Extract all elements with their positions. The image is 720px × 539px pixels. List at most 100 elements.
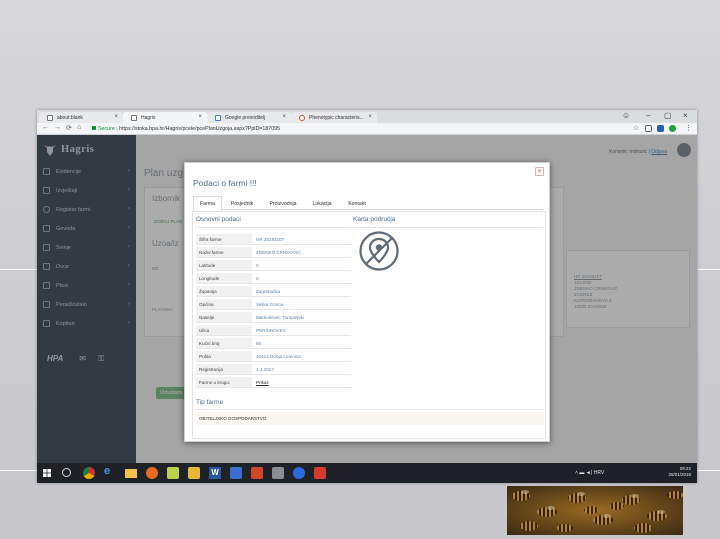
app-icon[interactable]: [230, 467, 242, 479]
field-value: Zagrebačka: [256, 289, 281, 294]
browser-tab-about-blank[interactable]: about:blank ×: [39, 112, 123, 123]
field-row: Latitude 0: [196, 260, 351, 271]
app-icon[interactable]: [167, 467, 179, 479]
close-icon[interactable]: ×: [368, 114, 372, 120]
back-icon[interactable]: ←: [42, 124, 49, 131]
close-icon[interactable]: ×: [114, 114, 118, 120]
google-icon: [299, 115, 305, 121]
keyboard-language[interactable]: HRV: [594, 470, 604, 476]
firefox-icon[interactable]: [146, 467, 158, 479]
home-icon[interactable]: ⌂: [77, 124, 81, 131]
extension-icon[interactable]: [645, 125, 652, 132]
section-title-tip: Tip farme: [196, 399, 224, 406]
maximize-icon[interactable]: ▢: [664, 111, 672, 120]
app-icon[interactable]: [272, 467, 284, 479]
field-label: Registracija: [196, 364, 252, 374]
web-page: Hagris Evidencije › Izvještaji › Registar …: [37, 135, 697, 463]
field-label: Kućni broj: [196, 338, 252, 348]
lock-icon: [92, 126, 96, 130]
pdf-icon[interactable]: [314, 467, 326, 479]
extension-icon[interactable]: [657, 125, 664, 132]
close-button[interactable]: ×: [535, 167, 544, 176]
sidebar-overlay: [37, 135, 136, 463]
tab-posjednik[interactable]: Posjednik: [223, 196, 261, 210]
file-explorer-icon[interactable]: [125, 469, 137, 478]
field-row: Naselje Markuševec Turopoljski: [196, 312, 351, 323]
field-value: 1.4.2017.: [256, 367, 276, 372]
divider: [196, 409, 544, 410]
field-row: Šifra farme HR 20193107: [196, 234, 351, 245]
farms-around-link[interactable]: Prikaz: [256, 377, 269, 385]
farm-type-value: OBITELJSKO GOSPODARSTVO: [196, 412, 544, 425]
field-value: 10412 Donja Lomnica: [256, 354, 301, 359]
menu-icon[interactable]: ⋮: [685, 124, 692, 132]
tab-proizvodnja[interactable]: Proizvodnja: [262, 196, 304, 210]
field-value: PERŠINOVEC: [256, 328, 287, 333]
field-row: Farme u krugu: Prikaz: [196, 377, 351, 388]
farm-details-modal: × Podaci o farmi !!! Farma Posjednik Pro…: [184, 162, 550, 442]
bookmark-star-icon[interactable]: ☆: [633, 124, 639, 132]
field-row: Registracija 1.4.2017.: [196, 364, 351, 375]
screenshot-window: about:blank × Hagris × Google prevoditel…: [37, 110, 697, 483]
secure-label: Secure: [98, 126, 115, 132]
browser-tab-bar: about:blank × Hagris × Google prevoditel…: [37, 110, 697, 123]
tab-panel-farma: Osnovni podaci Karta područja Šifra farm…: [192, 211, 546, 439]
powerpoint-icon[interactable]: [251, 467, 263, 479]
network-icon[interactable]: ▬: [579, 470, 584, 476]
field-label: Pošta: [196, 351, 252, 361]
minimize-icon[interactable]: –: [646, 111, 650, 120]
tab-label: about:blank: [57, 115, 83, 121]
windows-start-icon[interactable]: [41, 467, 53, 479]
word-icon[interactable]: W: [209, 467, 221, 479]
tab-lokacija[interactable]: Lokacija: [305, 196, 339, 210]
browser-tab-hagris[interactable]: Hagris ×: [123, 112, 207, 123]
page-icon: [47, 115, 53, 121]
taskbar: e W ˄ ▬ ◄) HRV 09:22 26/01/2018: [37, 463, 697, 483]
field-label: Naselje: [196, 312, 252, 322]
tab-label: Phenotypic characteris...: [309, 115, 364, 121]
field-row: Longitude 0: [196, 273, 351, 284]
page-icon: [131, 115, 137, 121]
field-label: Šifra farme: [196, 234, 252, 244]
volume-icon[interactable]: ◄): [586, 470, 593, 476]
field-label: Županija: [196, 286, 252, 296]
tab-farma[interactable]: Farma: [193, 196, 222, 211]
forward-icon[interactable]: →: [54, 124, 61, 131]
tab-label: Hagris: [141, 115, 156, 121]
profile-icon[interactable]: ☺: [622, 111, 630, 120]
address-bar: ← → ⟳ ⌂ Secure | https://stoka.hpa.hr/Ha…: [37, 123, 697, 135]
search-icon[interactable]: [62, 468, 71, 477]
chevron-up-icon[interactable]: ˄: [575, 470, 578, 476]
app-icon[interactable]: [293, 467, 305, 479]
field-value: HR 20193107: [256, 237, 285, 242]
modal-tabs: Farma Posjednik Proizvodnja Lokacija Kon…: [193, 196, 543, 211]
field-value: ZDENKO CRNKOVIĆ: [256, 250, 301, 255]
modal-title: Podaci o farmi !!!: [193, 178, 257, 188]
window-close-icon[interactable]: ×: [683, 111, 688, 120]
field-label: Općina: [196, 299, 252, 309]
reload-icon[interactable]: ⟳: [66, 124, 72, 132]
field-row: Ulica PERŠINOVEC: [196, 325, 351, 336]
tab-label: Google prevoditelj: [225, 115, 266, 121]
close-icon[interactable]: ×: [198, 114, 202, 120]
close-icon[interactable]: ×: [282, 114, 286, 120]
map-pin-icon[interactable]: [358, 230, 400, 272]
browser-tab-google-translate[interactable]: Google prevoditelj ×: [207, 112, 291, 123]
clock[interactable]: 09:22 26/01/2018: [668, 466, 691, 478]
extension-icon[interactable]: [669, 125, 676, 132]
field-value: 0: [256, 263, 259, 268]
system-tray: ˄ ▬ ◄) HRV: [575, 470, 604, 476]
url-text: https://stoka.hpa.hr/Hagris/pcele/pcePla…: [119, 126, 281, 132]
field-row: Naziv farme ZDENKO CRNKOVIĆ: [196, 247, 351, 258]
browser-tab-phenotypic[interactable]: Phenotypic characteris... ×: [291, 112, 377, 123]
field-value: Markuševec Turopoljski: [256, 315, 304, 320]
field-value: 0: [256, 276, 259, 281]
edge-icon[interactable]: e: [104, 465, 116, 477]
field-value: Velika Gorica: [256, 302, 284, 307]
app-icon[interactable]: [188, 467, 200, 479]
chrome-icon[interactable]: [83, 467, 95, 479]
url-input[interactable]: Secure | https://stoka.hpa.hr/Hagris/pce…: [89, 124, 629, 134]
tab-kontakt[interactable]: Kontakt: [340, 196, 374, 210]
field-row: Općina Velika Gorica: [196, 299, 351, 310]
divider: [353, 227, 543, 228]
